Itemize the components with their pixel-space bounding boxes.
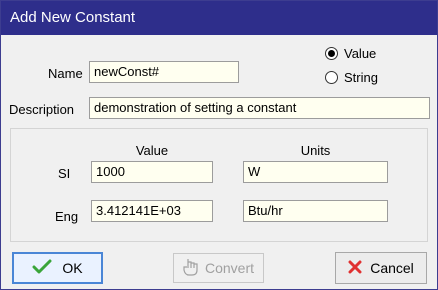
units-header: Units (300, 143, 331, 158)
cancel-label: Cancel (370, 260, 414, 276)
checkmark-icon (32, 259, 52, 278)
description-label: Description (9, 102, 75, 117)
radio-value[interactable]: Value (325, 46, 376, 61)
name-field[interactable]: newConst# (89, 61, 239, 83)
name-label: Name (48, 66, 83, 81)
eng-value-field[interactable]: 3.412141E+03 (91, 200, 213, 222)
radio-value-label: Value (344, 46, 377, 61)
window-title: Add New Constant (10, 9, 136, 26)
radio-string-indicator (325, 71, 338, 84)
ok-label: OK (62, 260, 83, 276)
title-bar: Add New Constant (1, 1, 437, 35)
radio-string-label: String (344, 70, 378, 85)
cancel-button[interactable]: Cancel (335, 252, 427, 284)
add-constant-dialog: Add New Constant Name newConst# Value St… (0, 0, 438, 290)
si-units-field[interactable]: W (243, 161, 388, 183)
convert-button[interactable]: Convert (173, 253, 264, 283)
hand-pointer-icon (183, 258, 199, 279)
si-label: SI (58, 166, 71, 181)
radio-value-indicator (325, 47, 338, 60)
convert-label: Convert (204, 260, 255, 276)
close-x-icon (348, 260, 362, 277)
si-value-field[interactable]: 1000 (91, 161, 213, 183)
value-header: Value (135, 143, 169, 158)
radio-string[interactable]: String (325, 70, 378, 85)
description-field[interactable]: demonstration of setting a constant (89, 97, 430, 119)
eng-units-field[interactable]: Btu/hr (243, 200, 388, 222)
ok-button[interactable]: OK (12, 252, 103, 284)
eng-label: Eng (55, 209, 79, 224)
